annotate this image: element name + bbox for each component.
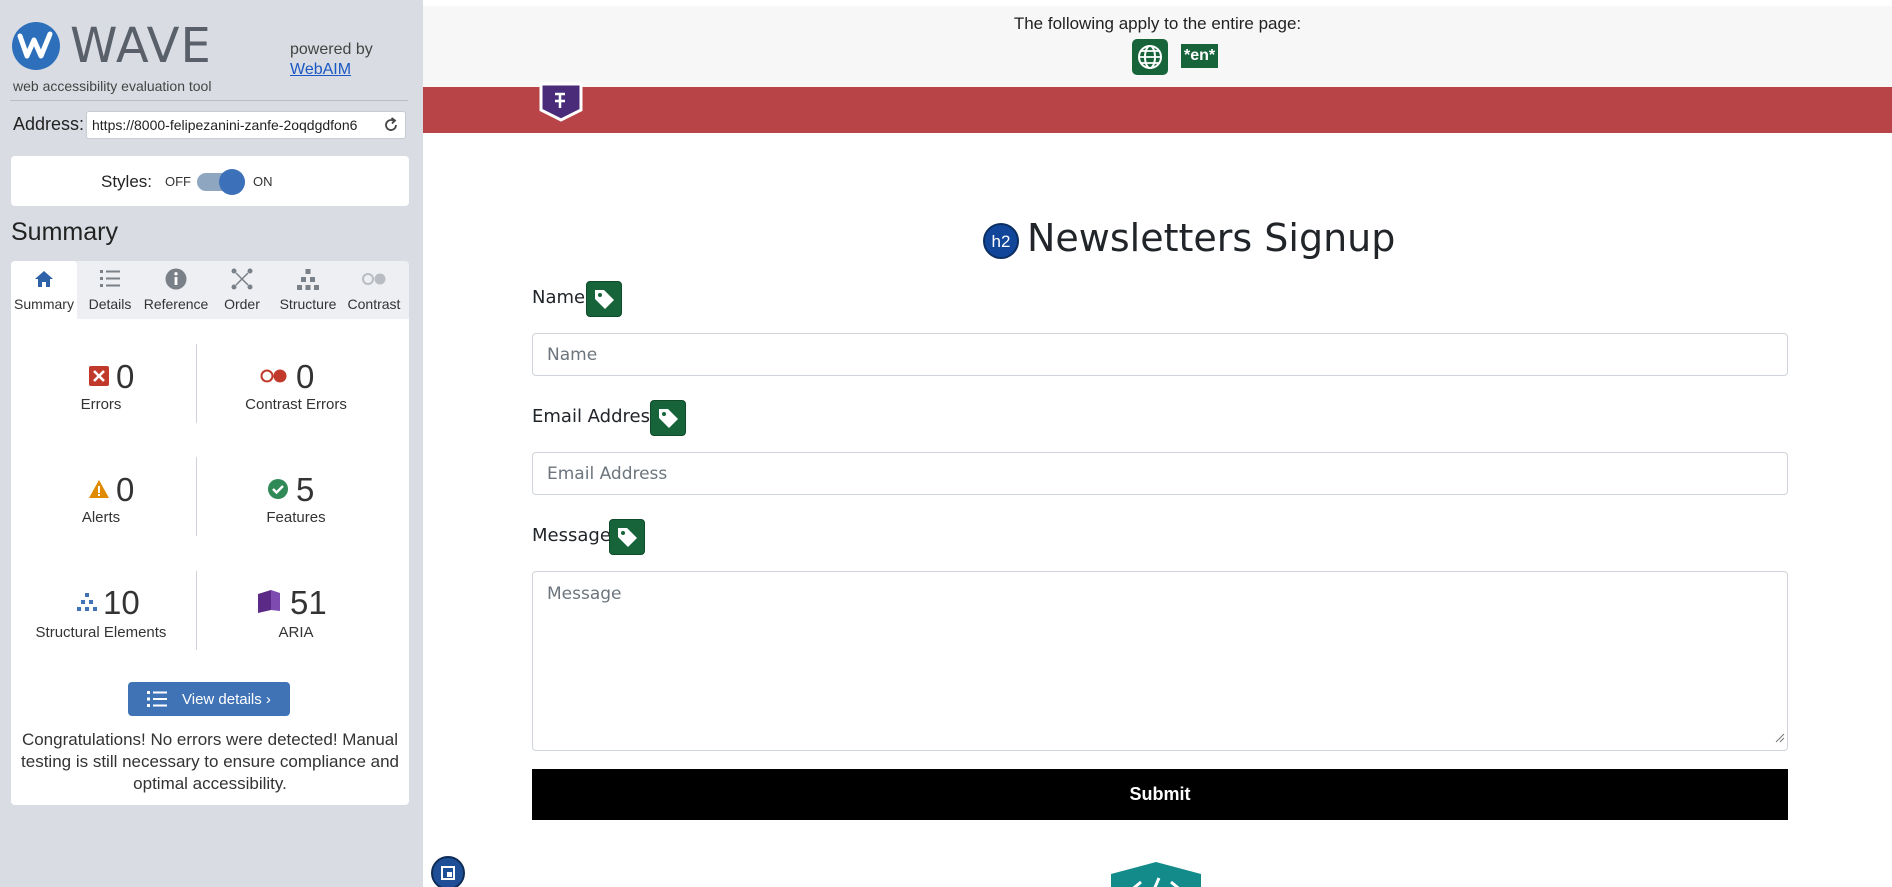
structural-label: Structural Elements <box>35 624 167 641</box>
tab-details-label: Details <box>88 296 132 312</box>
stat-contrast-errors[interactable]: 0 Contrast Errors <box>206 358 386 423</box>
summary-panel: 0 Errors 0 Contrast Errors 0 Alerts 5 Fe… <box>11 319 409 805</box>
site-logo-shield-icon[interactable] <box>539 78 583 127</box>
tab-order-label: Order <box>224 296 260 312</box>
stat-features[interactable]: 5 Features <box>206 471 386 536</box>
wave-logo-icon <box>12 22 60 70</box>
label-tag-icon[interactable] <box>586 281 622 317</box>
view-details-label: View details › <box>182 691 271 708</box>
list-icon <box>98 267 122 291</box>
wave-overlay-toggle-icon[interactable] <box>431 856 465 887</box>
divider <box>10 100 408 101</box>
aria-icon <box>256 588 282 614</box>
submit-button[interactable]: Submit <box>532 769 1788 820</box>
h2-badge-text: h2 <box>991 232 1011 251</box>
address-input[interactable]: https://8000-felipezanini-zanfe-2oqdgdfo… <box>86 111 406 139</box>
message-label: Message <box>532 525 611 546</box>
footer-code-logo-icon <box>1101 862 1211 887</box>
tab-reference[interactable]: Reference <box>143 261 209 319</box>
message-textarea[interactable]: Message <box>532 571 1788 751</box>
language-badge[interactable]: *en* <box>1181 44 1219 68</box>
name-input[interactable]: Name <box>532 333 1788 376</box>
alerts-label: Alerts <box>81 509 121 526</box>
wave-tagline: web accessibility evaluation tool <box>13 78 212 94</box>
feature-icon <box>267 478 289 500</box>
tab-structure[interactable]: Structure <box>275 261 341 319</box>
tab-order[interactable]: Order <box>209 261 275 319</box>
stat-aria[interactable]: 51 ARIA <box>206 584 386 649</box>
page-level-bar: The following apply to the entire page: … <box>423 6 1892 87</box>
error-icon <box>88 365 110 387</box>
styles-toggle-panel: Styles: OFF ON <box>11 156 409 206</box>
tab-reference-label: Reference <box>143 296 209 312</box>
aria-count: 51 <box>290 584 327 621</box>
name-placeholder: Name <box>547 345 598 365</box>
label-tag-icon[interactable] <box>609 519 645 555</box>
tab-summary[interactable]: Summary <box>11 261 77 319</box>
home-icon <box>32 267 56 291</box>
congrats-message: Congratulations! No errors were detected… <box>21 730 399 793</box>
structure-icon <box>296 267 320 291</box>
site-header <box>423 87 1892 133</box>
globe-icon[interactable] <box>1132 39 1168 75</box>
wave-sidebar: WAVE web accessibility evaluation tool p… <box>0 0 423 887</box>
errors-label: Errors <box>80 396 122 413</box>
page-level-text: The following apply to the entire page: <box>1013 14 1302 33</box>
view-details-button[interactable]: View details › <box>128 682 290 716</box>
aria-label: ARIA <box>278 624 314 641</box>
email-label: Email Address <box>532 406 660 427</box>
contrast-icon <box>362 267 386 291</box>
page-title: Newsletters Signup <box>1027 216 1396 260</box>
divider <box>196 344 197 423</box>
features-label: Features <box>266 509 326 526</box>
styles-toggle-knob[interactable] <box>219 169 245 195</box>
contrast-error-icon <box>259 365 289 387</box>
alerts-count: 0 <box>116 471 135 508</box>
tab-details[interactable]: Details <box>77 261 143 319</box>
features-count: 5 <box>296 471 315 508</box>
label-tag-icon[interactable] <box>650 400 686 436</box>
wave-tabs: Summary Details Reference Order Structur… <box>11 261 409 319</box>
styles-label: Styles: <box>101 172 153 191</box>
address-label: Address: <box>13 114 85 134</box>
reload-icon[interactable] <box>382 115 400 135</box>
styles-on-label: ON <box>253 174 273 189</box>
powered-by: powered by WebAIM <box>290 40 373 80</box>
email-input[interactable]: Email Address <box>532 452 1788 495</box>
styles-off-label: OFF <box>165 174 191 189</box>
contrast-errors-count: 0 <box>296 358 315 395</box>
stat-structural-elements[interactable]: 10 Structural Elements <box>11 584 191 649</box>
errors-count: 0 <box>116 358 135 395</box>
stat-errors[interactable]: 0 Errors <box>11 358 191 423</box>
structure-icon <box>76 592 98 614</box>
name-label: Name <box>532 287 586 308</box>
list-icon <box>147 691 167 712</box>
address-value: https://8000-felipezanini-zanfe-2oqdgdfo… <box>92 117 358 133</box>
contrast-errors-label: Contrast Errors <box>245 396 347 413</box>
powered-by-text: powered by <box>290 41 373 58</box>
divider <box>196 457 197 536</box>
tab-contrast[interactable]: Contrast <box>341 261 407 319</box>
alert-icon <box>88 478 110 500</box>
stat-alerts[interactable]: 0 Alerts <box>11 471 191 536</box>
tab-summary-label: Summary <box>14 296 74 312</box>
page-preview: The following apply to the entire page: … <box>423 0 1892 887</box>
resize-handle-icon[interactable] <box>1775 730 1785 748</box>
summary-heading: Summary <box>11 218 118 246</box>
tab-structure-label: Structure <box>279 296 337 312</box>
tab-contrast-label: Contrast <box>347 296 401 312</box>
submit-label: Submit <box>1129 784 1191 804</box>
wave-logo-text: WAVE <box>70 18 212 74</box>
structural-count: 10 <box>103 584 140 621</box>
message-placeholder: Message <box>547 584 622 604</box>
order-icon <box>230 267 254 291</box>
info-icon <box>164 267 188 291</box>
webaim-link[interactable]: WebAIM <box>290 60 373 80</box>
divider <box>196 571 197 650</box>
h2-heading-icon[interactable]: h2 <box>983 223 1019 259</box>
email-placeholder: Email Address <box>547 464 668 484</box>
